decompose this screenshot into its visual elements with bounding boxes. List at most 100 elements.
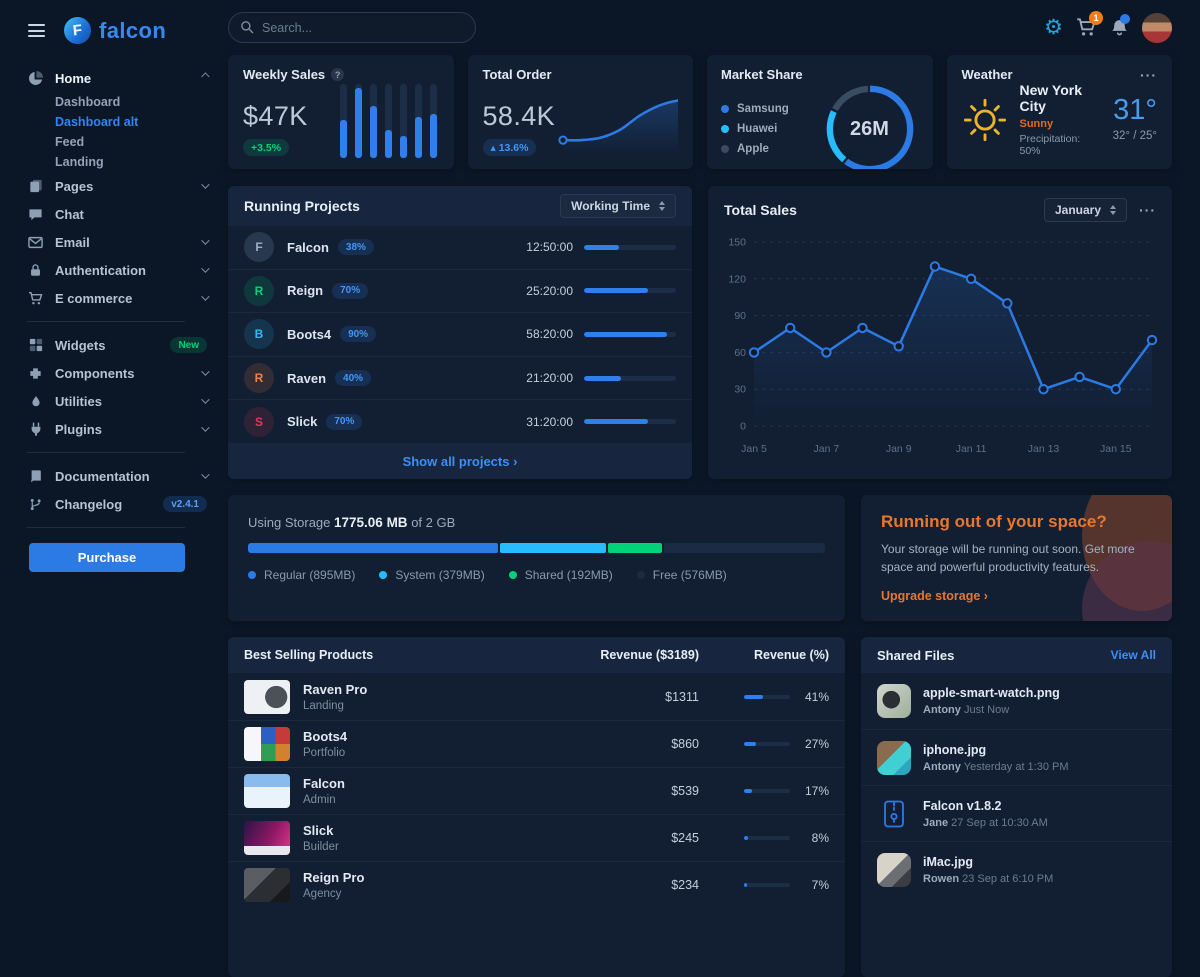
- weather-menu-icon[interactable]: ···: [1140, 68, 1157, 82]
- topbar: ⚙ 1: [228, 12, 1172, 43]
- product-name-link[interactable]: Reign Pro: [303, 870, 549, 885]
- pages-icon: [27, 179, 44, 193]
- sidebar-item-documentation[interactable]: Documentation: [0, 462, 225, 490]
- sidebar-subitem-dashboard[interactable]: Dashboard: [0, 92, 225, 112]
- file-name-link[interactable]: apple-smart-watch.png: [923, 686, 1060, 700]
- sidebar-item-changelog[interactable]: Changelogv2.4.1: [0, 490, 225, 518]
- user-avatar[interactable]: [1142, 13, 1172, 43]
- book-icon: [27, 469, 44, 484]
- project-percent-badge: 40%: [335, 370, 371, 386]
- sidebar-item-chat[interactable]: Chat: [0, 200, 225, 228]
- brand-logo[interactable]: F falcon: [64, 17, 166, 44]
- project-name-link[interactable]: Boots4: [287, 327, 331, 342]
- sidebar-item-components[interactable]: Components: [0, 359, 225, 387]
- chevron-down-icon: [201, 292, 209, 300]
- sidebar-item-authentication[interactable]: Authentication: [0, 256, 225, 284]
- sidebar-item-widgets[interactable]: WidgetsNew: [0, 331, 225, 359]
- storage-legend: Regular (895MB)System (379MB)Shared (192…: [248, 568, 825, 582]
- total-sales-card: Total Sales January ··· 0306090120150Jan…: [708, 186, 1172, 479]
- product-name-link[interactable]: Falcon: [303, 776, 549, 791]
- sidebar-subitem-dashboard-alt[interactable]: Dashboard alt: [0, 112, 225, 132]
- sidebar-item-e-commerce[interactable]: E commerce: [0, 284, 225, 312]
- project-name-link[interactable]: Reign: [287, 283, 323, 298]
- settings-gear-icon[interactable]: ⚙: [1044, 17, 1063, 38]
- revenue-column-header: Revenue ($3189): [549, 648, 699, 662]
- product-revenue: $234: [549, 878, 699, 892]
- file-row[interactable]: iphone.jpg Antony Yesterday at 1:30 PM: [861, 729, 1172, 785]
- show-all-projects-link[interactable]: Show all projects ›: [228, 443, 692, 479]
- product-row: Falcon Admin $539 17%: [228, 767, 845, 814]
- project-avatar: F: [244, 232, 274, 262]
- running-projects-title: Running Projects: [244, 198, 360, 214]
- sidebar-item-home[interactable]: Home: [0, 64, 225, 92]
- file-name-link[interactable]: iMac.jpg: [923, 855, 1053, 869]
- chevron-down-icon: [201, 395, 209, 403]
- project-progress-bar: [584, 288, 676, 293]
- sidebar-item-utilities[interactable]: Utilities: [0, 387, 225, 415]
- sidebar-item-label: Home: [55, 71, 193, 86]
- month-select[interactable]: January: [1044, 198, 1127, 222]
- view-all-link[interactable]: View All: [1111, 648, 1156, 662]
- working-time-select[interactable]: Working Time: [560, 194, 676, 218]
- project-avatar: R: [244, 276, 274, 306]
- file-row[interactable]: Falcon v1.8.2 Jane 27 Sep at 10:30 AM: [861, 785, 1172, 841]
- chat-icon: [27, 207, 44, 222]
- search-input[interactable]: [228, 12, 476, 43]
- bar: [385, 84, 392, 158]
- project-row: B Boots4 90% 58:20:00: [228, 312, 692, 356]
- sidebar-item-label: Chat: [55, 207, 207, 222]
- product-thumbnail: [244, 868, 290, 902]
- sidebar: F falcon Home DashboardDashboard altFeedL…: [0, 0, 225, 900]
- purchase-button[interactable]: Purchase: [29, 543, 185, 572]
- cart-button[interactable]: 1: [1076, 17, 1097, 38]
- archive-file-icon: [877, 797, 911, 831]
- sidebar-item-pages[interactable]: Pages: [0, 172, 225, 200]
- svg-text:Jan 9: Jan 9: [886, 443, 912, 455]
- file-name-link[interactable]: Falcon v1.8.2: [923, 799, 1048, 813]
- product-name-link[interactable]: Boots4: [303, 729, 549, 744]
- hamburger-menu-icon[interactable]: [26, 21, 47, 40]
- file-name-link[interactable]: iphone.jpg: [923, 743, 1069, 757]
- market-share-value: 26M: [823, 82, 917, 169]
- weekly-sales-card: Weekly Sales? $47K +3.5%: [228, 55, 454, 169]
- best-selling-card: Best Selling Products Revenue ($3189) Re…: [228, 637, 845, 977]
- file-row[interactable]: apple-smart-watch.png Antony Just Now: [861, 673, 1172, 729]
- market-share-card: Market Share SamsungHuaweiApple 26M: [707, 55, 933, 169]
- falcon-logo-icon: F: [63, 16, 93, 46]
- bar: [370, 84, 377, 158]
- sidebar-item-plugins[interactable]: Plugins: [0, 415, 225, 443]
- project-name-link[interactable]: Slick: [287, 414, 317, 429]
- sidebar-item-label: Changelog: [55, 497, 155, 512]
- file-row[interactable]: iMac.jpg Rowen 23 Sep at 6:10 PM: [861, 841, 1172, 897]
- project-name-link[interactable]: Raven: [287, 371, 326, 386]
- product-name-link[interactable]: Slick: [303, 823, 549, 838]
- chevron-down-icon: [201, 423, 209, 431]
- project-avatar: R: [244, 363, 274, 393]
- storage-total: of 2 GB: [411, 515, 455, 530]
- charts-row: Running Projects Working Time F Falcon 3…: [228, 186, 1172, 479]
- product-category: Agency: [303, 888, 549, 900]
- total-sales-menu-icon[interactable]: ···: [1139, 203, 1156, 217]
- project-name-link[interactable]: Falcon: [287, 240, 329, 255]
- product-name-link[interactable]: Raven Pro: [303, 682, 549, 697]
- project-time: 25:20:00: [526, 284, 573, 298]
- sidebar-nav: Home DashboardDashboard altFeedLandingPag…: [0, 56, 225, 518]
- puzzle-icon: [27, 366, 44, 381]
- sidebar-item-email[interactable]: Email: [0, 228, 225, 256]
- product-percent-bar: [744, 789, 790, 793]
- sidebar-subitem-feed[interactable]: Feed: [0, 132, 225, 152]
- notifications-button[interactable]: [1110, 18, 1129, 38]
- sidebar-subitem-landing[interactable]: Landing: [0, 152, 225, 172]
- storage-legend-item: Regular (895MB): [248, 568, 355, 582]
- chevron-down-icon: [201, 180, 209, 188]
- project-progress-bar: [584, 376, 676, 381]
- upgrade-storage-link[interactable]: Upgrade storage ›: [881, 589, 988, 603]
- file-author: Rowen: [923, 873, 959, 885]
- bar: [430, 84, 437, 158]
- product-percent: 41%: [799, 690, 829, 704]
- search-box: [228, 12, 476, 43]
- info-icon[interactable]: ?: [331, 68, 344, 81]
- weather-city: New York City: [1020, 82, 1101, 114]
- cart-badge: 1: [1089, 11, 1103, 25]
- project-progress-bar: [584, 245, 676, 250]
